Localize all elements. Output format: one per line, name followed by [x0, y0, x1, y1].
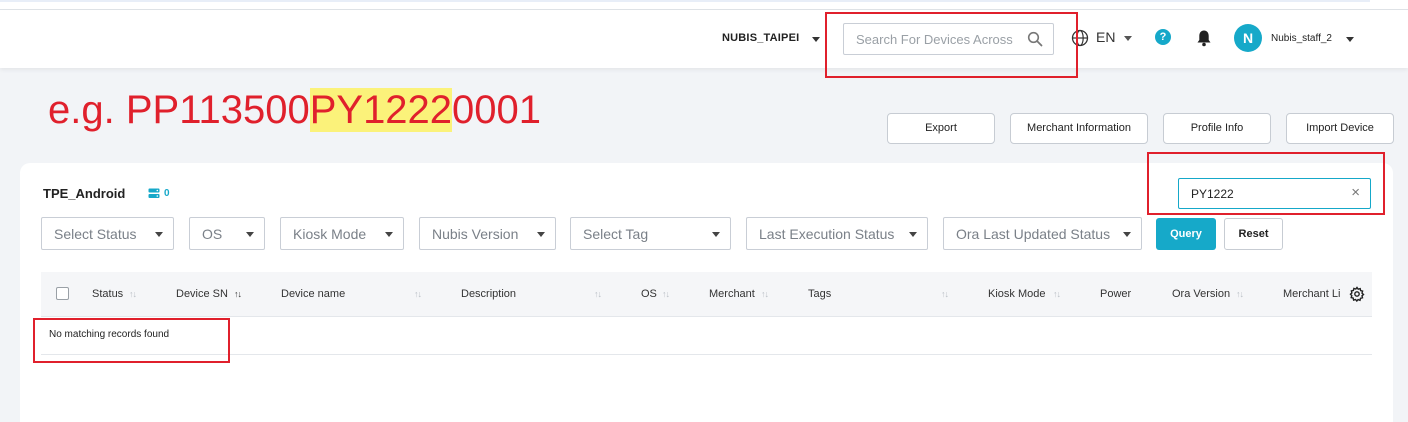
org-selector[interactable]: NUBIS_TAIPEI	[722, 32, 799, 44]
column-ora-version[interactable]: Ora Version	[1172, 288, 1230, 300]
column-description[interactable]: Description	[461, 288, 516, 300]
os-filter[interactable]: OS	[189, 217, 265, 250]
profile-info-button[interactable]: Profile Info	[1163, 113, 1271, 144]
column-merchant[interactable]: Merchant	[709, 288, 755, 300]
column-merchant-link[interactable]: Merchant Li	[1283, 288, 1343, 300]
sort-icon[interactable]: ↑↓	[941, 289, 949, 299]
os-filter-label: OS	[202, 226, 223, 242]
import-device-button[interactable]: Import Device	[1286, 113, 1394, 144]
column-kiosk-mode[interactable]: Kiosk Mode	[988, 288, 1045, 300]
chevron-down-icon	[246, 232, 254, 237]
help-icon[interactable]: ?	[1155, 29, 1171, 45]
nubis-version-filter-label: Nubis Version	[432, 226, 519, 242]
annotation-box-global-search	[825, 12, 1078, 78]
tag-filter[interactable]: Select Tag	[570, 217, 731, 250]
chevron-down-icon	[385, 232, 393, 237]
sort-icon[interactable]: ↑↓	[761, 289, 769, 299]
kiosk-mode-filter[interactable]: Kiosk Mode	[280, 217, 404, 250]
table-divider	[41, 354, 1372, 355]
browser-strip-line	[0, 0, 1370, 2]
sort-icon[interactable]: ↑↓	[662, 289, 670, 299]
chevron-down-icon	[1123, 232, 1131, 237]
page-title: TPE_Android	[43, 186, 126, 201]
column-status[interactable]: Status	[92, 288, 123, 300]
server-icon	[148, 188, 160, 198]
column-device-sn[interactable]: Device SN	[176, 288, 228, 300]
column-tags[interactable]: Tags	[808, 288, 831, 300]
column-power[interactable]: Power	[1100, 288, 1131, 300]
nubis-version-filter[interactable]: Nubis Version	[419, 217, 556, 250]
sort-icon[interactable]: ↑↓	[1236, 289, 1244, 299]
ora-last-updated-status-filter-label: Ora Last Updated Status	[956, 226, 1111, 242]
status-filter[interactable]: Select Status	[41, 217, 174, 250]
annotation-box-sn-search	[1147, 152, 1385, 215]
annotation-example: e.g. PP113500PY12220001	[48, 86, 541, 134]
sort-icon[interactable]: ↑↓	[1053, 289, 1061, 299]
annotation-box-empty-result	[33, 318, 230, 363]
query-button[interactable]: Query	[1156, 218, 1216, 250]
chevron-down-icon	[712, 232, 720, 237]
export-button[interactable]: Export	[887, 113, 995, 144]
language-selector[interactable]: EN	[1096, 29, 1115, 45]
merchant-information-button[interactable]: Merchant Information	[1010, 113, 1148, 144]
bell-icon[interactable]	[1196, 29, 1212, 47]
kiosk-mode-filter-label: Kiosk Mode	[293, 226, 367, 242]
chevron-down-icon[interactable]	[1124, 36, 1132, 41]
top-header: NUBIS_TAIPEI EN ? N Nubis_staff_2	[0, 10, 1408, 68]
tag-filter-label: Select Tag	[583, 226, 649, 242]
ora-last-updated-status-filter[interactable]: Ora Last Updated Status	[943, 217, 1142, 250]
sort-icon[interactable]: ↑↓	[234, 289, 242, 299]
sort-icon[interactable]: ↑↓	[129, 289, 137, 299]
annotation-suffix: 0001	[452, 88, 542, 132]
chevron-down-icon	[537, 232, 545, 237]
chevron-down-icon	[909, 232, 917, 237]
column-device-name[interactable]: Device name	[281, 288, 345, 300]
avatar[interactable]: N	[1234, 24, 1262, 52]
status-filter-label: Select Status	[54, 226, 137, 242]
user-name[interactable]: Nubis_staff_2	[1271, 33, 1332, 44]
sort-icon[interactable]: ↑↓	[594, 289, 602, 299]
browser-strip	[0, 0, 1408, 10]
device-count: 0	[164, 188, 170, 199]
last-execution-status-filter-label: Last Execution Status	[759, 226, 895, 242]
chevron-down-icon[interactable]	[1346, 37, 1354, 42]
gear-icon[interactable]	[1349, 286, 1365, 302]
sort-icon[interactable]: ↑↓	[414, 289, 422, 299]
select-all-checkbox[interactable]	[56, 287, 69, 300]
chevron-down-icon[interactable]	[812, 37, 820, 42]
annotation-prefix: e.g. PP113500	[48, 88, 310, 132]
column-os[interactable]: OS	[641, 288, 657, 300]
annotation-highlight: PY1222	[309, 88, 453, 132]
last-execution-status-filter[interactable]: Last Execution Status	[746, 217, 928, 250]
reset-button[interactable]: Reset	[1224, 218, 1283, 250]
chevron-down-icon	[155, 232, 163, 237]
